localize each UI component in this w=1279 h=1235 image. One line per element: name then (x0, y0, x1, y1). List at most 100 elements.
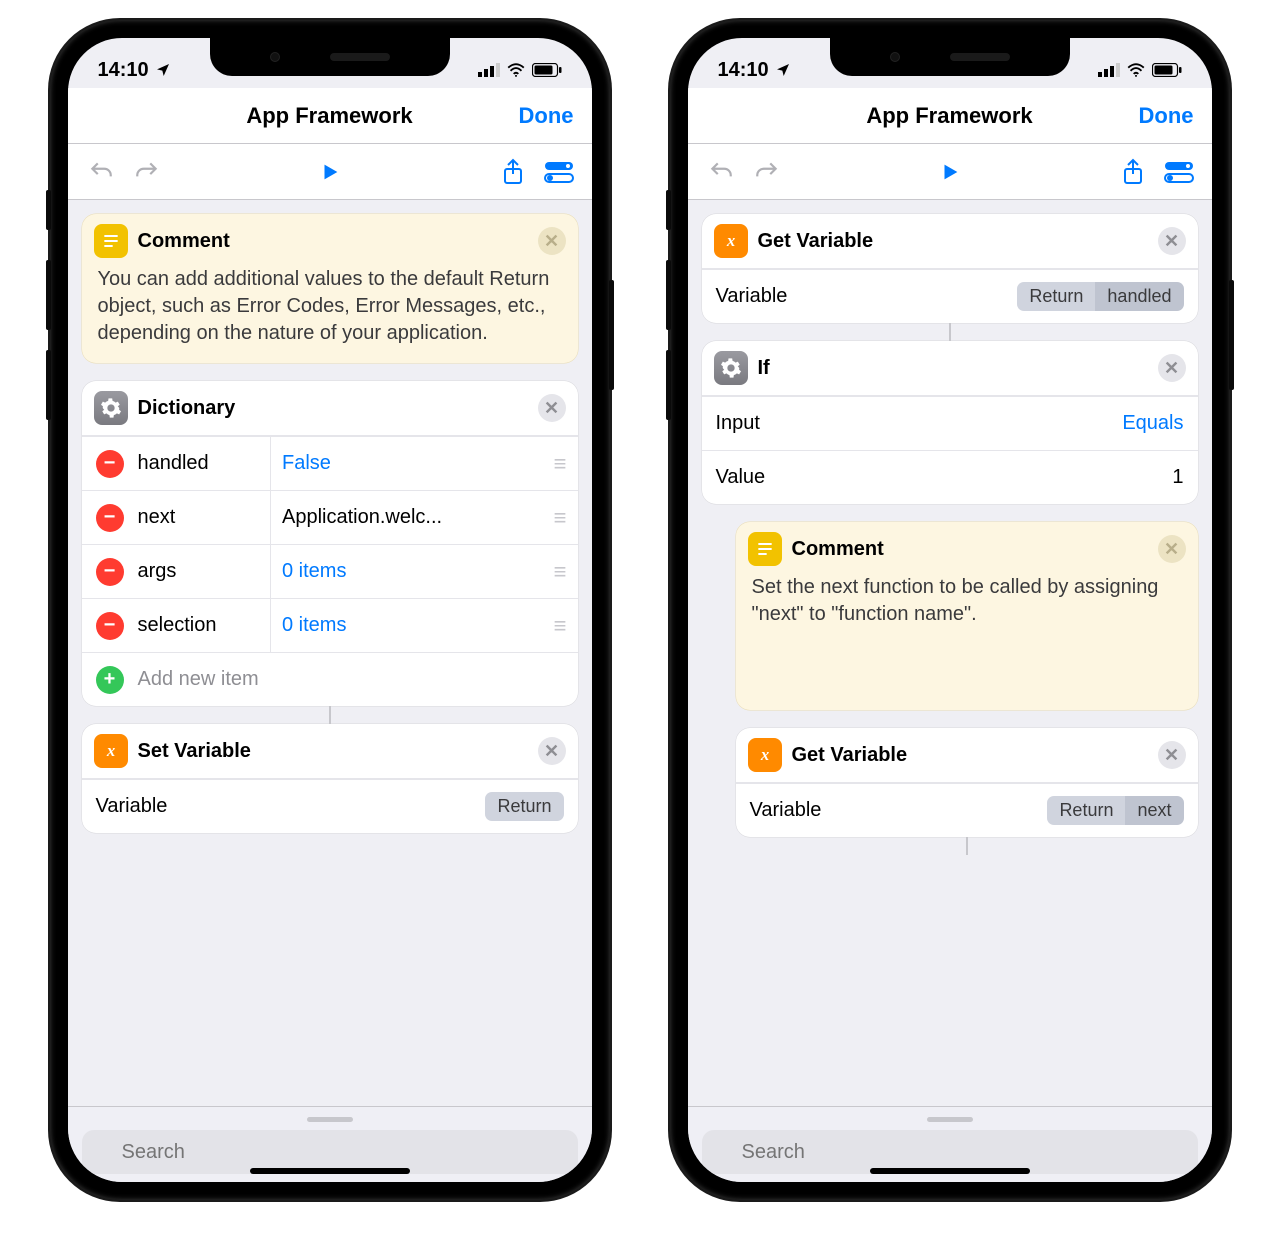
reorder-handle-icon[interactable]: ≡ (554, 613, 564, 639)
play-button[interactable] (931, 153, 969, 191)
get-variable-title: Get Variable (792, 744, 1148, 767)
battery-icon (1152, 63, 1182, 77)
dict-value[interactable]: False (282, 452, 544, 475)
if-value-label: Value (716, 466, 766, 489)
variable-label: Variable (96, 795, 168, 818)
comment-icon (94, 224, 128, 258)
reorder-handle-icon[interactable]: ≡ (554, 505, 564, 531)
if-value-row[interactable]: Value 1 (702, 450, 1198, 504)
delete-action-button[interactable]: ✕ (538, 227, 566, 255)
if-action[interactable]: If ✕ Input Equals Value 1 (702, 341, 1198, 504)
home-indicator[interactable] (250, 1168, 410, 1174)
nav-title: App Framework (246, 103, 412, 129)
remove-row-button[interactable]: − (96, 612, 124, 640)
done-button[interactable]: Done (519, 103, 574, 129)
dict-value[interactable]: 0 items (282, 614, 544, 637)
redo-button[interactable] (748, 153, 786, 191)
dict-row[interactable]: − next Application.welc... ≡ (82, 490, 578, 544)
nav-bar: App Framework Done (688, 88, 1212, 144)
nav-title: App Framework (866, 103, 1032, 129)
done-button[interactable]: Done (1139, 103, 1194, 129)
delete-action-button[interactable]: ✕ (1158, 227, 1186, 255)
cellular-icon (478, 63, 500, 77)
add-row-button[interactable]: + (96, 666, 124, 694)
set-variable-action[interactable]: x Set Variable ✕ Variable Return (82, 724, 578, 833)
reorder-handle-icon[interactable]: ≡ (554, 451, 564, 477)
battery-icon (532, 63, 562, 77)
cellular-icon (1098, 63, 1120, 77)
home-indicator[interactable] (870, 1168, 1030, 1174)
delete-action-button[interactable]: ✕ (538, 737, 566, 765)
dict-row[interactable]: − args 0 items ≡ (82, 544, 578, 598)
add-row[interactable]: + Add new item (82, 652, 578, 706)
settings-toggle-button[interactable] (1160, 153, 1198, 191)
if-input-row[interactable]: Input Equals (702, 396, 1198, 450)
svg-text:x: x (725, 231, 734, 250)
variable-token[interactable]: Return (1017, 282, 1095, 311)
variable-token-path[interactable]: next (1125, 796, 1183, 825)
drag-handle-icon[interactable] (307, 1117, 353, 1122)
location-icon (775, 62, 791, 78)
variable-row[interactable]: Variable Returnnext (736, 783, 1198, 837)
comment-body[interactable]: You can add additional values to the def… (82, 262, 578, 363)
delete-action-button[interactable]: ✕ (1158, 354, 1186, 382)
dict-key[interactable]: next (138, 506, 258, 529)
status-time: 14:10 (718, 59, 769, 82)
get-variable-action[interactable]: x Get Variable ✕ Variable Returnhandled (702, 214, 1198, 323)
drag-handle-icon[interactable] (927, 1117, 973, 1122)
variable-icon: x (714, 224, 748, 258)
location-icon (155, 62, 171, 78)
if-condition-value[interactable]: Equals (1122, 412, 1183, 435)
dict-key[interactable]: selection (138, 614, 258, 637)
remove-row-button[interactable]: − (96, 504, 124, 532)
share-button[interactable] (1114, 153, 1152, 191)
undo-button[interactable] (82, 153, 120, 191)
get-variable-title: Get Variable (758, 230, 1148, 253)
delete-action-button[interactable]: ✕ (1158, 741, 1186, 769)
variable-token[interactable]: Return (485, 792, 563, 821)
set-variable-title: Set Variable (138, 740, 528, 763)
comment-icon (748, 532, 782, 566)
delete-action-button[interactable]: ✕ (538, 394, 566, 422)
gear-icon (714, 351, 748, 385)
variable-label: Variable (716, 285, 788, 308)
variable-row[interactable]: Variable Return (82, 779, 578, 833)
if-input-label: Input (716, 412, 760, 435)
remove-row-button[interactable]: − (96, 558, 124, 586)
reorder-handle-icon[interactable]: ≡ (554, 559, 564, 585)
settings-toggle-button[interactable] (540, 153, 578, 191)
variable-icon: x (748, 738, 782, 772)
wifi-icon (1126, 63, 1146, 77)
comment-title: Comment (138, 230, 528, 253)
delete-action-button[interactable]: ✕ (1158, 535, 1186, 563)
share-button[interactable] (494, 153, 532, 191)
dictionary-action[interactable]: Dictionary ✕ − handled False ≡ − next Ap… (82, 381, 578, 706)
dict-value[interactable]: Application.welc... (282, 506, 544, 529)
get-variable-action[interactable]: x Get Variable ✕ Variable Returnnext (736, 728, 1198, 837)
redo-button[interactable] (128, 153, 166, 191)
variable-row[interactable]: Variable Returnhandled (702, 269, 1198, 323)
comment-body[interactable]: Set the next function to be called by as… (736, 570, 1198, 710)
dict-row[interactable]: − handled False ≡ (82, 436, 578, 490)
nav-bar: App Framework Done (68, 88, 592, 144)
dict-key[interactable]: args (138, 560, 258, 583)
variable-token[interactable]: Return (1047, 796, 1125, 825)
variable-token-path[interactable]: handled (1095, 282, 1183, 311)
comment-action[interactable]: Comment ✕ You can add additional values … (82, 214, 578, 363)
dict-key[interactable]: handled (138, 452, 258, 475)
dict-value[interactable]: 0 items (282, 560, 544, 583)
if-title: If (758, 357, 1148, 380)
play-button[interactable] (311, 153, 349, 191)
if-value[interactable]: 1 (1172, 466, 1183, 489)
comment-action[interactable]: Comment ✕ Set the next function to be ca… (736, 522, 1198, 710)
dictionary-title: Dictionary (138, 397, 528, 420)
toolbar (68, 144, 592, 200)
undo-button[interactable] (702, 153, 740, 191)
variable-icon: x (94, 734, 128, 768)
dict-row[interactable]: − selection 0 items ≡ (82, 598, 578, 652)
remove-row-button[interactable]: − (96, 450, 124, 478)
gear-icon (94, 391, 128, 425)
phone-left: 14:10 App Framework Done (50, 20, 610, 1200)
wifi-icon (506, 63, 526, 77)
variable-label: Variable (750, 799, 822, 822)
